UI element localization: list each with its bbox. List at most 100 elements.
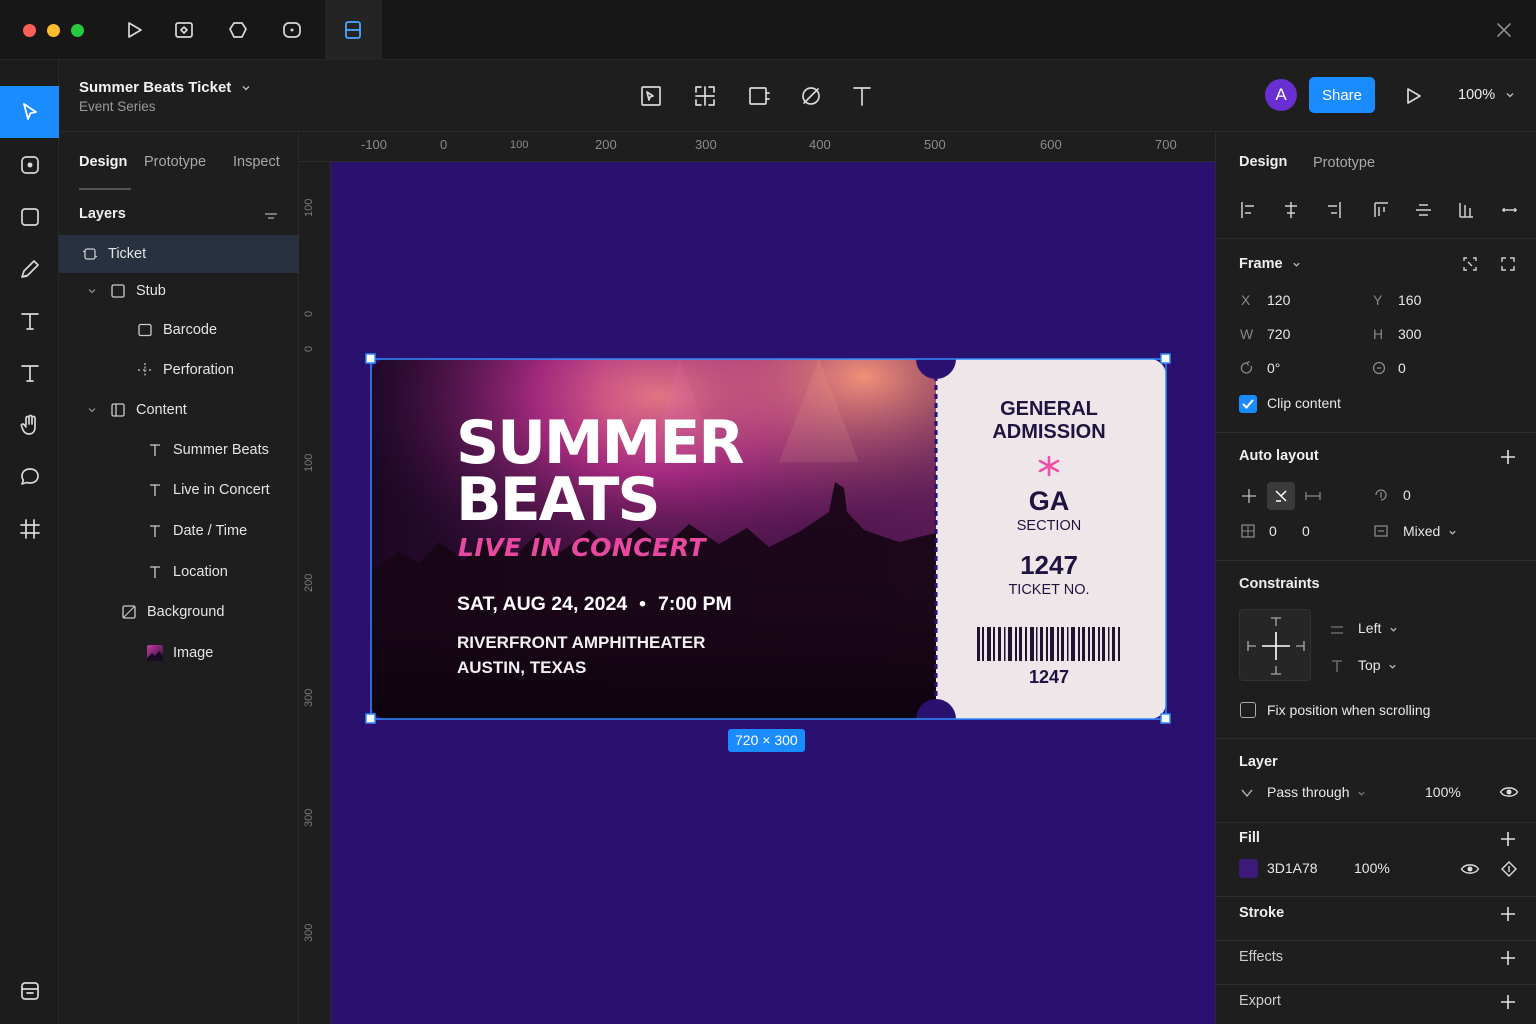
detach-style-icon[interactable] bbox=[1500, 860, 1518, 878]
layer-image[interactable]: Image bbox=[59, 634, 299, 672]
share-button[interactable]: Share bbox=[1309, 77, 1375, 113]
eye-icon[interactable] bbox=[1499, 784, 1519, 800]
text-icon bbox=[146, 441, 164, 459]
tab-prototype[interactable]: Prototype bbox=[144, 154, 206, 170]
play-icon[interactable] bbox=[121, 17, 147, 43]
close-icon[interactable] bbox=[1491, 17, 1517, 43]
comment-icon[interactable] bbox=[279, 17, 305, 43]
layer-label: Date / Time bbox=[173, 523, 248, 539]
tab-design[interactable]: Design bbox=[1239, 154, 1287, 170]
w-input[interactable]: 720 bbox=[1267, 326, 1290, 342]
clip-content-checkbox[interactable] bbox=[1239, 395, 1257, 413]
blend-mode-icon bbox=[1241, 789, 1253, 798]
direction-toggle[interactable] bbox=[1240, 482, 1328, 510]
align-top-icon bbox=[1374, 202, 1388, 217]
layer-summer-beats[interactable]: Summer Beats bbox=[59, 431, 299, 469]
frame-section-title[interactable]: Frame bbox=[1239, 256, 1301, 272]
horizontal-constraint-dropdown[interactable]: Left bbox=[1358, 620, 1398, 636]
shape-tool[interactable] bbox=[745, 82, 773, 110]
layer-live-in-concert[interactable]: Live in Concert bbox=[59, 471, 299, 509]
x-input[interactable]: 120 bbox=[1267, 292, 1290, 308]
frame-icon[interactable] bbox=[340, 17, 366, 43]
layer-label: Image bbox=[173, 645, 214, 661]
fullscreen-icon[interactable] bbox=[1500, 256, 1516, 272]
close-window-button[interactable] bbox=[23, 24, 36, 37]
ticket-number: 1247 bbox=[1020, 550, 1078, 580]
zoom-dropdown[interactable]: 100% bbox=[1458, 87, 1515, 103]
layer-barcode[interactable]: Barcode bbox=[59, 311, 299, 349]
frame-select-tool[interactable] bbox=[637, 82, 665, 110]
chevron-down-icon[interactable] bbox=[86, 285, 98, 297]
layer-opacity-input[interactable]: 100% bbox=[1425, 784, 1461, 800]
plugin-icon[interactable] bbox=[225, 17, 251, 43]
hand-tool-button[interactable] bbox=[0, 399, 59, 451]
section-value: GA bbox=[1028, 486, 1070, 516]
blend-mode-dropdown[interactable]: Pass through bbox=[1267, 784, 1366, 800]
add-fill-icon[interactable] bbox=[1499, 830, 1517, 848]
alignment-toolbar[interactable] bbox=[1239, 200, 1519, 220]
text-tool[interactable] bbox=[848, 82, 876, 110]
stroke-section-title: Stroke bbox=[1239, 905, 1285, 921]
grid-tool[interactable] bbox=[691, 82, 719, 110]
document-title[interactable]: Summer Beats Ticket bbox=[79, 79, 251, 96]
gap-input[interactable]: 0 bbox=[1403, 487, 1411, 503]
tab-design[interactable]: Design bbox=[79, 154, 127, 170]
rectangle-tool-button[interactable] bbox=[0, 191, 59, 243]
avatar[interactable]: A bbox=[1265, 79, 1297, 111]
pen-tool[interactable] bbox=[797, 82, 825, 110]
chevron-down-icon[interactable] bbox=[86, 404, 98, 416]
fill-opacity-input[interactable]: 100% bbox=[1354, 860, 1390, 876]
tab-inspect[interactable]: Inspect bbox=[233, 154, 280, 170]
alignment-dropdown[interactable]: Mixed bbox=[1403, 523, 1457, 539]
resize-handle-top-left[interactable] bbox=[365, 353, 376, 364]
direction-wrap-button[interactable] bbox=[1267, 482, 1295, 510]
h-input[interactable]: 300 bbox=[1398, 326, 1421, 342]
layers-sort-icon[interactable] bbox=[263, 209, 279, 223]
layer-stub[interactable]: Stub bbox=[59, 272, 299, 310]
add-export-icon[interactable] bbox=[1499, 993, 1517, 1011]
direction-vertical-icon[interactable] bbox=[1240, 487, 1258, 505]
component-icon[interactable] bbox=[171, 17, 197, 43]
layer-label: Stub bbox=[136, 283, 166, 299]
comment-tool-button[interactable] bbox=[0, 451, 59, 503]
layer-content[interactable]: Content bbox=[59, 391, 299, 429]
present-button[interactable] bbox=[1399, 82, 1427, 110]
padding-horizontal-input[interactable]: 0 bbox=[1269, 523, 1277, 539]
layer-perforation[interactable]: Perforation bbox=[59, 351, 299, 389]
layer-date-time[interactable]: Date / Time bbox=[59, 512, 299, 550]
layer-background[interactable]: Background bbox=[59, 593, 299, 631]
constraints-widget[interactable] bbox=[1239, 609, 1311, 681]
type-tool-button[interactable] bbox=[0, 347, 59, 399]
add-stroke-icon[interactable] bbox=[1499, 905, 1517, 923]
corner-radius-input[interactable]: 0 bbox=[1398, 360, 1406, 376]
frame-tool-button[interactable] bbox=[0, 503, 59, 555]
resize-handle-bottom-right[interactable] bbox=[1160, 713, 1171, 724]
pen-tool-button[interactable] bbox=[0, 243, 59, 295]
add-effect-icon[interactable] bbox=[1499, 949, 1517, 967]
rotation-input[interactable]: 0° bbox=[1267, 360, 1280, 376]
text-tool-button[interactable] bbox=[0, 295, 59, 347]
fix-position-checkbox[interactable] bbox=[1240, 702, 1256, 718]
padding-vertical-input[interactable]: 0 bbox=[1302, 523, 1310, 539]
resize-handle-bottom-left[interactable] bbox=[365, 713, 376, 724]
layer-location[interactable]: Location bbox=[59, 553, 299, 591]
library-button[interactable] bbox=[0, 965, 59, 1017]
eye-icon[interactable] bbox=[1460, 861, 1480, 877]
resize-to-fit-icon[interactable] bbox=[1462, 256, 1478, 272]
add-auto-layout-icon[interactable] bbox=[1499, 448, 1517, 466]
resize-handle-top-right[interactable] bbox=[1160, 353, 1171, 364]
fill-color-swatch[interactable] bbox=[1239, 859, 1258, 878]
layer-ticket[interactable]: Ticket bbox=[59, 235, 299, 273]
canvas[interactable]: -100 0 100 200 300 400 500 600 700 100 0… bbox=[299, 132, 1215, 1024]
maximize-window-button[interactable] bbox=[71, 24, 84, 37]
export-section-title: Export bbox=[1239, 993, 1281, 1009]
y-input[interactable]: 160 bbox=[1398, 292, 1421, 308]
ticket-venue: RIVERFRONT AMPHITHEATER bbox=[457, 633, 706, 652]
component-tool-button[interactable] bbox=[0, 139, 59, 191]
move-tool-button[interactable] bbox=[0, 86, 59, 138]
minimize-window-button[interactable] bbox=[47, 24, 60, 37]
fill-hex-input[interactable]: 3D1A78 bbox=[1267, 860, 1318, 876]
vertical-constraint-dropdown[interactable]: Top bbox=[1358, 657, 1397, 673]
direction-horizontal-icon[interactable] bbox=[1304, 487, 1322, 505]
tab-prototype[interactable]: Prototype bbox=[1313, 155, 1375, 171]
